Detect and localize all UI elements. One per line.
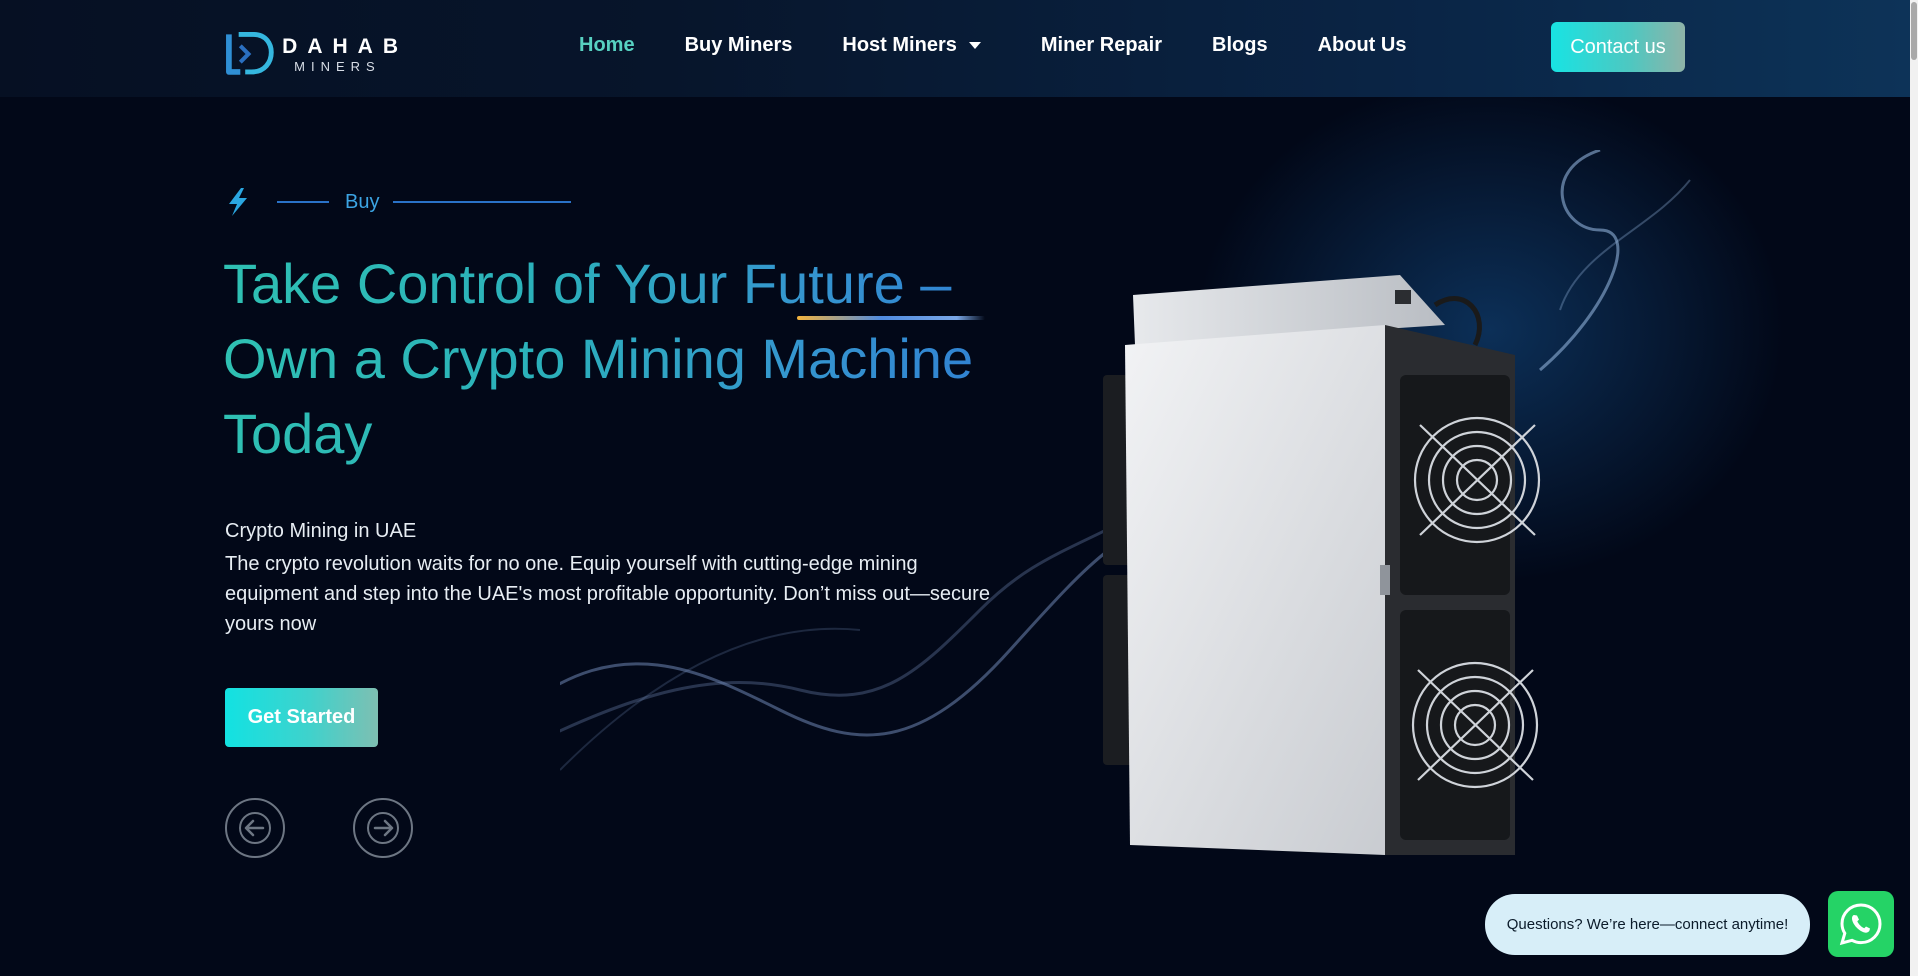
nav-item-miner-repair[interactable]: Miner Repair [1041, 34, 1162, 57]
nav-item-home[interactable]: Home [579, 34, 635, 57]
chevron-down-icon [968, 42, 981, 49]
nav-item-label: Miner Repair [1040, 34, 1163, 56]
page: DAHAB MINERS Home Buy Miners Host Miners… [0, 0, 1918, 976]
contact-us-button[interactable]: Contact us [1551, 22, 1685, 72]
hero-headline: Take Control of Your Future – Own a Cryp… [223, 246, 1043, 471]
page-scrollbar[interactable] [1910, 0, 1918, 976]
main-nav: Home Buy Miners Host Miners Miner Repair… [579, 34, 1456, 57]
nav-item-label: Host Miners [842, 34, 957, 56]
arrow-right-icon [367, 812, 399, 844]
logo-icon [226, 31, 274, 75]
nav-item-host-miners[interactable]: Host Miners [842, 34, 981, 57]
hero-subtitle: Crypto Mining in UAE [225, 520, 417, 542]
scrollbar-thumb[interactable] [1911, 2, 1917, 60]
lightning-icon [229, 188, 247, 216]
get-started-button[interactable]: Get Started [225, 688, 378, 747]
nav-item-label: Blogs [1212, 34, 1268, 56]
nav-item-about-us[interactable]: About Us [1318, 34, 1407, 57]
logo-wordmark: DAHAB [282, 34, 408, 58]
eyebrow-label: Buy [345, 190, 380, 213]
nav-item-blogs[interactable]: Blogs [1212, 34, 1268, 57]
headline-underline [797, 316, 985, 320]
hero-eyebrow: Buy [225, 186, 572, 218]
hero-body-text: The crypto revolution waits for no one. … [225, 553, 990, 635]
site-header: DAHAB MINERS Home Buy Miners Host Miners… [0, 0, 1910, 97]
whatsapp-button[interactable] [1828, 891, 1894, 957]
nav-item-label: Home [579, 34, 635, 56]
nav-item-label: About Us [1317, 34, 1407, 56]
nav-item-label: Buy Miners [684, 34, 793, 56]
slider-next-button[interactable] [353, 798, 413, 858]
eyebrow-divider [277, 201, 329, 203]
logo-subtitle: MINERS [294, 58, 381, 74]
whatsapp-icon [1839, 903, 1882, 946]
arrow-left-icon [239, 812, 271, 844]
eyebrow-divider [393, 201, 572, 203]
site-logo[interactable]: DAHAB MINERS [224, 24, 408, 84]
slider-prev-button[interactable] [225, 798, 285, 858]
nav-item-buy-miners[interactable]: Buy Miners [685, 34, 793, 57]
mining-machine-image [1103, 275, 1541, 855]
chat-prompt-bubble[interactable]: Questions? We’re here—connect anytime! [1485, 894, 1810, 955]
